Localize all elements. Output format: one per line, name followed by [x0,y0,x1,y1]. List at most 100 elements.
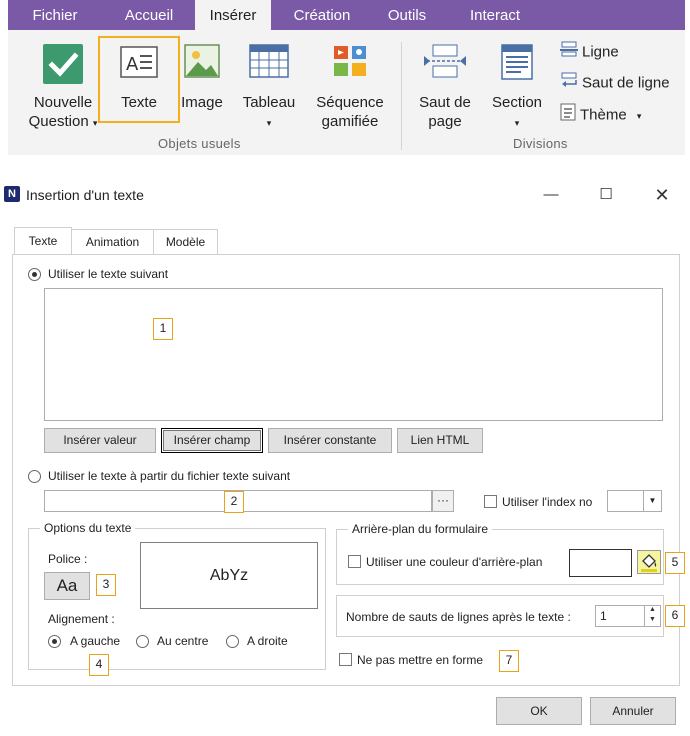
insert-value-button[interactable]: Insérer valeur [44,428,156,453]
use-index-checkbox[interactable] [484,495,497,508]
line-button-label: Ligne [582,43,619,61]
callout-7: 7 [499,650,519,672]
chevron-down-icon[interactable]: ▼ [643,491,661,511]
table-icon [249,44,289,83]
checkmark-icon [43,44,83,89]
page-break-button[interactable]: Saut de page [410,36,480,136]
page-break-icon [423,44,467,83]
section-icon [501,44,533,85]
use-index-label: Utiliser l'index no [502,495,593,509]
line-break-icon [560,72,578,95]
font-preview: AbYz [140,542,318,609]
paint-bucket-icon[interactable] [637,550,661,574]
use-file-label: Utiliser le texte à partir du fichier te… [48,469,291,483]
index-select[interactable]: ▼ [607,490,662,512]
use-text-radio[interactable] [28,268,41,281]
align-center-radio[interactable] [136,635,149,648]
use-text-label: Utiliser le texte suivant [48,267,169,281]
font-button[interactable]: Aa [44,572,90,600]
spin-up-icon[interactable]: ▲ [645,605,660,615]
use-bg-color-label: Utiliser une couleur d'arrière-plan [366,555,543,569]
line-icon [560,41,578,64]
line-breaks-label: Nombre de sauts de lignes après le texte… [346,610,571,624]
callout-4: 4 [89,654,109,676]
page-break-label-1: Saut de [419,94,471,111]
align-left-radio[interactable] [48,635,61,648]
section-button-label: Section [491,94,543,111]
tab-interact[interactable]: Interact [453,0,537,30]
minimize-icon[interactable]: — [536,183,566,207]
new-question-button[interactable]: Nouvelle Question ▾ [20,36,106,136]
gamified-sequence-button[interactable]: Séquence gamifiée [308,36,392,136]
theme-button-label: Thème [580,106,627,124]
align-center-label: Au centre [157,634,209,648]
insert-constant-button[interactable]: Insérer constante [268,428,392,453]
close-icon[interactable]: ✕ [647,183,677,207]
tab-animation[interactable]: Animation [72,229,154,254]
page-break-label-2: page [428,113,462,130]
no-format-checkbox[interactable] [339,653,352,666]
tab-inserer[interactable]: Insérer [195,0,271,30]
bg-color-swatch[interactable] [569,549,632,577]
line-breaks-input[interactable]: 1 ▲ ▼ [595,605,661,627]
image-icon [184,44,220,83]
new-question-label-2: Question [28,113,89,130]
line-breaks-spinner[interactable]: ▲ ▼ [644,605,660,627]
tab-outils[interactable]: Outils [374,0,440,30]
sequence-label-1: Séquence [316,94,384,111]
callout-1: 1 [153,318,173,340]
align-right-label: A droite [247,634,288,648]
gamified-sequence-icon [332,44,368,83]
dialog-title: Insertion d'un texte [26,187,144,203]
app-icon: N [4,186,20,202]
text-options-title: Options du texte [40,521,136,535]
insert-text-dialog: N Insertion d'un texte — ☐ ✕ Texte Anima… [0,180,690,736]
theme-icon [560,103,576,128]
text-button-label: Texte [121,94,157,111]
callout-2: 2 [224,491,244,513]
callout-3: 3 [96,574,116,596]
tab-texte[interactable]: Texte [14,227,72,254]
ribbon-tab-bar: Fichier Accueil Insérer Création Outils … [8,0,685,30]
group-label-objets-usuels: Objets usuels [158,136,241,151]
text-input-area[interactable] [44,288,663,421]
dialog-titlebar: N Insertion d'un texte — ☐ ✕ [0,180,690,210]
spin-down-icon[interactable]: ▼ [645,615,660,625]
chevron-down-icon: ▾ [266,118,272,128]
table-button-label: Tableau [242,94,296,111]
maximize-icon[interactable]: ☐ [591,183,621,207]
line-break-button-label: Saut de ligne [582,74,670,92]
tab-fichier[interactable]: Fichier [22,0,88,30]
use-file-radio[interactable] [28,470,41,483]
table-button[interactable]: Tableau ▾ [234,36,304,136]
tab-creation[interactable]: Création [279,0,365,30]
font-label: Police : [48,552,88,566]
ribbon: Fichier Accueil Insérer Création Outils … [8,0,685,155]
image-button[interactable]: Image [178,36,226,122]
section-button[interactable]: Section ▾ [486,36,548,136]
tab-modele[interactable]: Modèle [154,229,218,254]
tab-accueil[interactable]: Accueil [110,0,188,30]
text-box-icon: A [120,46,158,83]
alignment-label: Alignement : [48,612,115,626]
line-break-button[interactable]: Saut de ligne [560,72,670,94]
theme-button[interactable]: Thème ▾ [560,103,641,125]
browse-button[interactable]: ··· [432,490,454,512]
chevron-down-icon: ▾ [514,118,520,128]
cancel-button[interactable]: Annuler [590,697,676,725]
html-link-button[interactable]: Lien HTML [397,428,483,453]
callout-6: 6 [665,605,685,627]
ok-button[interactable]: OK [496,697,582,725]
text-button[interactable]: A Texte [100,36,178,122]
background-group-title: Arrière-plan du formulaire [348,522,493,536]
align-right-radio[interactable] [226,635,239,648]
group-separator [401,42,402,150]
chevron-down-icon: ▾ [636,111,642,122]
group-label-divisions: Divisions [513,136,568,151]
sequence-label-2: gamifiée [321,113,379,130]
ribbon-body: Nouvelle Question ▾ A Texte Image Tablea… [8,30,685,155]
callout-5: 5 [665,552,685,574]
insert-field-button[interactable]: Insérer champ [161,428,263,453]
line-button[interactable]: Ligne [560,41,619,63]
use-bg-color-checkbox[interactable] [348,555,361,568]
